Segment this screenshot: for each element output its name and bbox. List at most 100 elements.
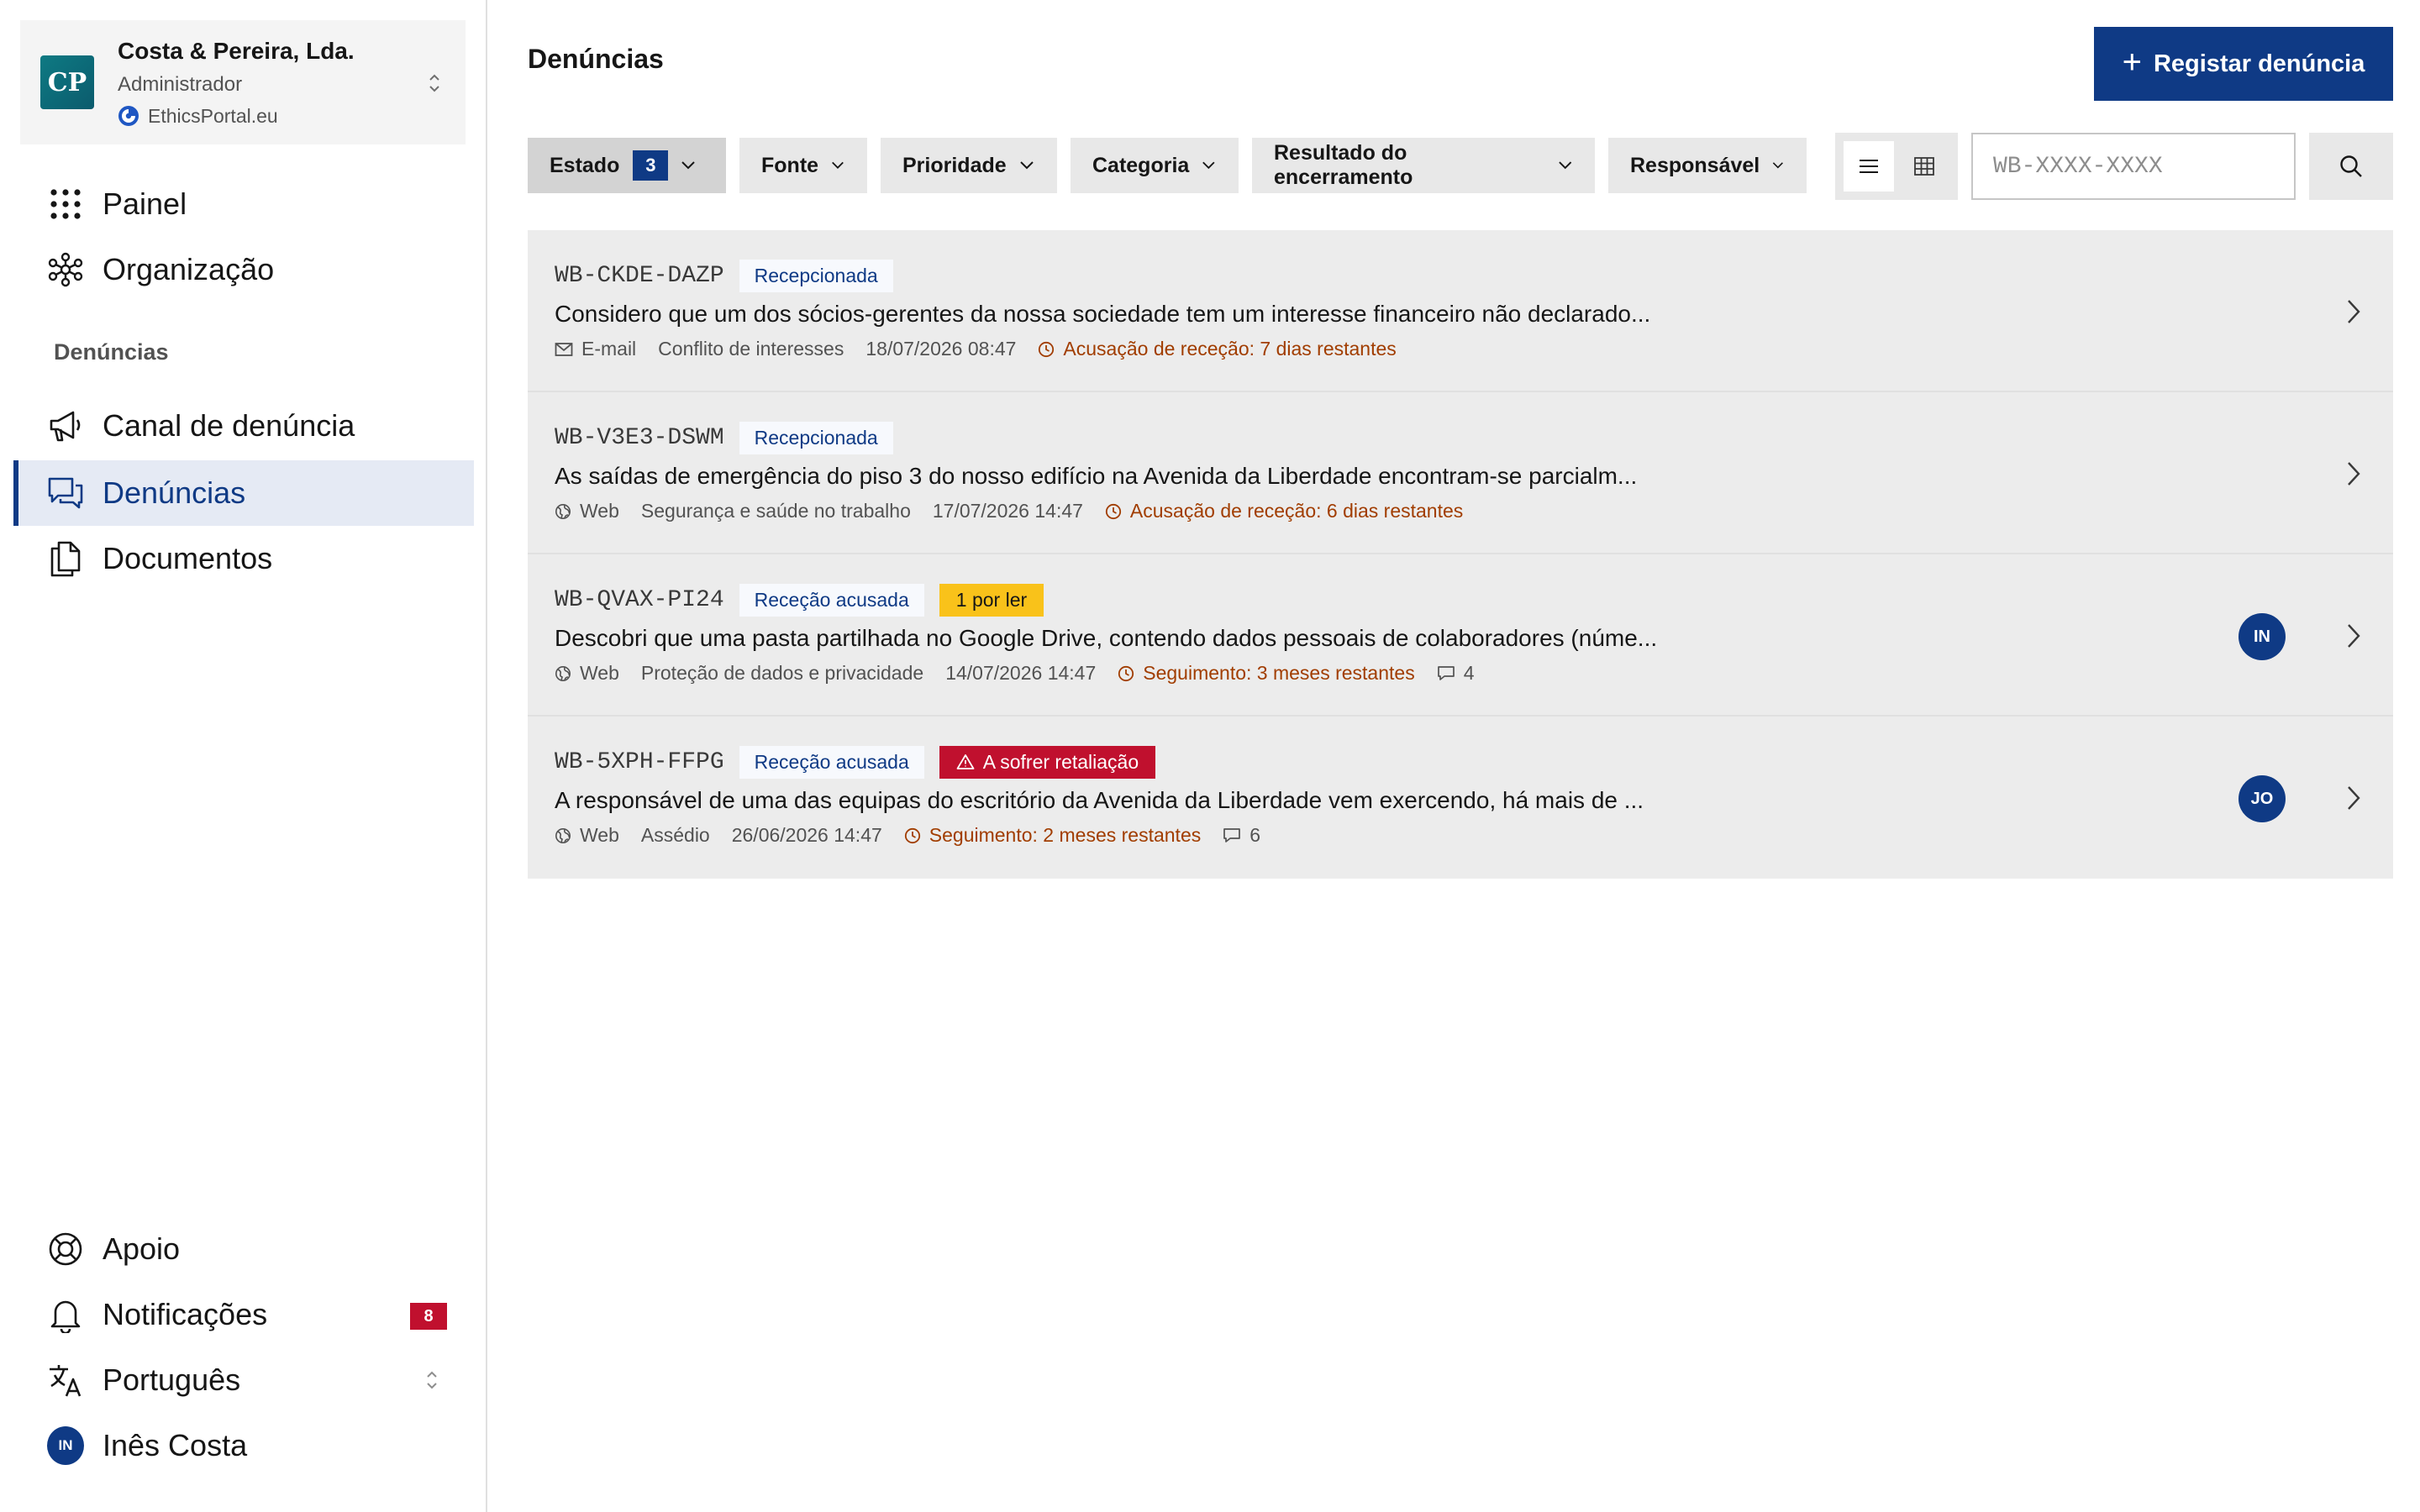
comment-icon — [1437, 665, 1455, 680]
source-label: Web — [580, 500, 619, 522]
report-source: Web — [555, 824, 619, 847]
register-report-label: Registar denúncia — [2153, 50, 2365, 77]
nav-label: Denúncias — [103, 475, 246, 510]
nav-item-documentos[interactable]: Documentos — [13, 526, 474, 591]
filter-prioridade[interactable]: Prioridade — [881, 138, 1057, 193]
unread-messages-badge: 1 por ler — [939, 583, 1044, 617]
nav-label: Notificações — [103, 1297, 268, 1331]
chat-bubbles-icon — [47, 475, 84, 512]
report-date: 26/06/2026 14:47 — [731, 824, 882, 846]
report-meta: Web Proteção de dados e privacidade 14/0… — [555, 662, 1497, 685]
status-badge: Recepcionada — [739, 421, 893, 454]
documents-icon — [47, 540, 84, 577]
report-row[interactable]: WB-V3E3-DSWM Recepcionada As saídas de e… — [528, 392, 2393, 554]
source-label: Web — [580, 824, 619, 846]
filter-count-badge: 3 — [633, 150, 669, 181]
filter-categoria[interactable]: Categoria — [1071, 138, 1239, 193]
report-category: Conflito de interesses — [658, 338, 844, 360]
filter-estado[interactable]: Estado 3 — [528, 138, 726, 193]
deadline-label: Acusação de receção: 7 dias restantes — [1063, 338, 1397, 360]
filter-label: Resultado do encerramento — [1274, 141, 1413, 189]
retaliation-label: A sofrer retaliação — [982, 750, 1139, 773]
register-report-button[interactable]: + Registar denúncia — [2094, 27, 2393, 101]
deadline-label: Seguimento: 3 meses restantes — [1143, 662, 1415, 684]
nav-item-denuncias[interactable]: Denúncias — [13, 460, 474, 526]
list-view-button[interactable] — [1844, 141, 1894, 192]
grid-dots-icon — [47, 186, 84, 223]
notifications-count-badge: 8 — [410, 1303, 447, 1330]
table-view-button[interactable] — [1899, 141, 1949, 192]
nav-item-painel[interactable]: Painel — [13, 171, 474, 237]
filter-label: Prioridade — [902, 153, 1007, 177]
chevron-right-icon — [2348, 462, 2360, 486]
assignee-avatar: IN — [2238, 613, 2286, 660]
search-button[interactable] — [2309, 133, 2393, 200]
user-profile-menu[interactable]: IN Inês Costa — [13, 1413, 474, 1478]
page-title: Denúncias — [528, 44, 664, 74]
report-code-search-input[interactable] — [1971, 133, 2296, 200]
status-badge: Recepcionada — [739, 259, 893, 292]
report-description: Descobri que uma pasta partilhada no Goo… — [555, 625, 1658, 651]
ethicsportal-logo-icon — [118, 106, 139, 126]
nav-item-canal-de-denuncia[interactable]: Canal de denúncia — [13, 393, 474, 459]
chevron-down-icon — [1558, 161, 1571, 170]
report-row[interactable]: WB-QVAX-PI24 Receção acusada 1 por ler D… — [528, 554, 2393, 717]
filter-fonte[interactable]: Fonte — [739, 138, 867, 193]
clock-icon — [1105, 503, 1122, 519]
report-list: WB-CKDE-DAZP Recepcionada Considero que … — [528, 230, 2393, 879]
user-avatar-container: IN — [47, 1426, 84, 1465]
filter-label: Estado — [550, 153, 620, 177]
source-label: Web — [580, 662, 619, 684]
org-info: Costa & Pereira, Lda. Administrador Ethi… — [118, 38, 355, 128]
nav-label: Apoio — [103, 1231, 181, 1266]
org-tree-icon — [47, 251, 84, 288]
assignee-avatar: JO — [2238, 775, 2286, 822]
nav-item-apoio[interactable]: Apoio — [13, 1216, 474, 1282]
filter-label: Responsável — [1630, 153, 1760, 177]
nav-item-organizacao[interactable]: Organização — [13, 237, 474, 302]
nav-section-label: Denúncias — [54, 339, 169, 365]
report-category: Segurança e saúde no trabalho — [640, 500, 911, 522]
clock-icon — [1118, 665, 1134, 681]
report-description: A responsável de uma das equipas do escr… — [555, 787, 1644, 813]
nav-item-notificacoes[interactable]: Notificações 8 — [13, 1282, 474, 1347]
search-icon — [2340, 155, 2362, 177]
report-category: Assédio — [640, 824, 710, 846]
report-code: WB-5XPH-FFPG — [555, 748, 724, 775]
chevron-up-down-icon — [427, 1371, 437, 1389]
chevron-up-down-icon — [429, 74, 439, 92]
avatar: IN — [47, 1426, 84, 1465]
comments-count: 4 — [1463, 662, 1475, 684]
report-deadline: Seguimento: 3 meses restantes — [1118, 662, 1415, 685]
report-code: WB-QVAX-PI24 — [555, 586, 724, 613]
report-source: Web — [555, 662, 619, 685]
report-deadline: Acusação de receção: 6 dias restantes — [1105, 500, 1463, 522]
nav-label: Painel — [103, 186, 187, 221]
report-date: 17/07/2026 14:47 — [932, 500, 1083, 522]
list-icon — [1860, 160, 1878, 173]
globe-icon — [555, 827, 571, 843]
filter-responsavel[interactable]: Responsável — [1608, 138, 1807, 193]
organization-switcher[interactable]: CP Costa & Pereira, Lda. Administrador E… — [20, 20, 466, 144]
view-toggle — [1835, 133, 1958, 200]
megaphone-icon — [47, 407, 84, 444]
report-source: Web — [555, 500, 619, 522]
deadline-label: Seguimento: 2 meses restantes — [929, 824, 1202, 846]
chevron-down-icon — [832, 161, 844, 169]
filter-resultado-do-encerramento[interactable]: Resultado do encerramento — [1252, 138, 1595, 193]
portal-name: EthicsPortal.eu — [148, 104, 278, 127]
chevron-down-icon — [1202, 161, 1215, 170]
report-deadline: Acusação de receção: 7 dias restantes — [1038, 338, 1397, 360]
language-label: Português — [103, 1362, 241, 1397]
language-selector[interactable]: Português — [13, 1347, 474, 1413]
filter-label: Categoria — [1092, 153, 1190, 177]
report-row[interactable]: WB-CKDE-DAZP Recepcionada Considero que … — [528, 230, 2393, 392]
report-row[interactable]: WB-5XPH-FFPG Receção acusada A sofrer re… — [528, 717, 2393, 879]
retaliation-badge: A sofrer retaliação — [939, 745, 1156, 779]
globe-icon — [555, 503, 571, 519]
clock-icon — [904, 827, 920, 843]
nav-label: Documentos — [103, 541, 273, 575]
translate-icon — [47, 1362, 84, 1399]
clock-icon — [1039, 341, 1055, 357]
globe-icon — [555, 665, 571, 681]
